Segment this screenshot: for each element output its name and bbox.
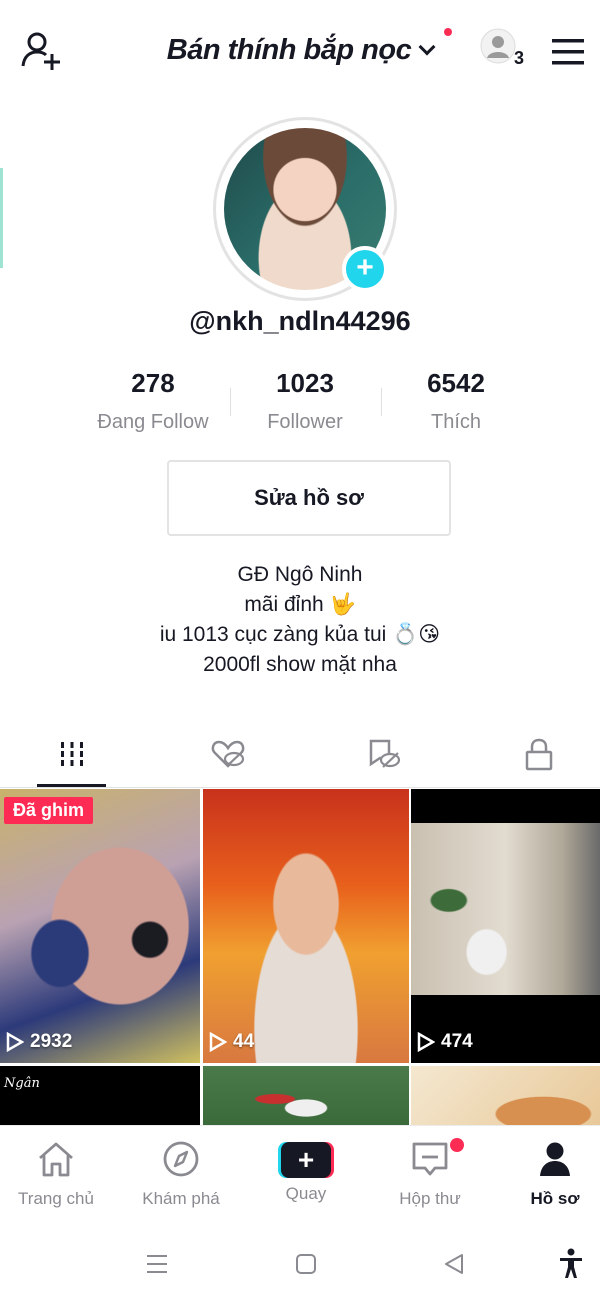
lock-icon (525, 738, 553, 771)
likes-count: 6542 (427, 368, 485, 398)
bio-line: mãi đỉnh 🤟 (244, 593, 356, 616)
likes-label: Thích (430, 411, 482, 433)
nav-profile-label: Hồ sơ (530, 1189, 580, 1208)
liked-hidden-icon (211, 740, 245, 768)
following-label: Đang Follow (97, 411, 209, 433)
menu-button[interactable] (550, 36, 586, 68)
video-thumbnail[interactable]: 474 (411, 789, 600, 1063)
add-friend-button[interactable] (20, 30, 64, 74)
bio-line: GĐ Ngô Ninh (237, 563, 363, 586)
video-thumbnail[interactable] (411, 1066, 600, 1126)
followers-count: 1023 (276, 368, 334, 398)
accessibility-icon (560, 1248, 582, 1278)
view-count-value: 44 (233, 1031, 255, 1052)
hamburger-icon (552, 39, 584, 65)
plus-icon: + (356, 251, 374, 284)
avatar-icon (480, 28, 516, 64)
nav-profile[interactable]: Hồ sơ (495, 1140, 600, 1209)
following-count: 278 (131, 368, 175, 398)
inbox-icon (412, 1142, 448, 1176)
followers-label: Follower (267, 411, 343, 433)
bio-line: iu 1013 cục zàng kủa tui 💍😘 (159, 623, 441, 646)
view-count: 2932 (6, 1031, 72, 1053)
account-count: 3 (514, 48, 525, 68)
square-icon (296, 1254, 316, 1274)
account-switcher-title[interactable]: Bán thính bắp nọc (150, 34, 450, 67)
back-system-button[interactable] (442, 1252, 466, 1276)
home-icon (39, 1142, 73, 1177)
nav-home[interactable]: Trang chủ (0, 1140, 116, 1209)
tab-videos[interactable] (37, 730, 107, 778)
view-count: 44 (209, 1031, 254, 1053)
stat-followers[interactable]: 1023 Follower (230, 368, 380, 434)
accessibility-button[interactable] (558, 1248, 584, 1280)
video-frame (411, 823, 600, 995)
tabs-divider (0, 787, 600, 788)
stat-likes[interactable]: 6542 Thích (381, 368, 531, 434)
stat-following[interactable]: 278 Đang Follow (78, 368, 228, 434)
compass-icon (163, 1141, 199, 1177)
bio-line: 2000fl show mặt nha (203, 653, 397, 676)
video-thumbnail[interactable]: Ngân (0, 1066, 200, 1126)
grid-icon (61, 742, 83, 766)
profile-icon (540, 1142, 570, 1176)
nav-inbox-label: Hộp thư (399, 1189, 461, 1208)
view-count: 474 (417, 1031, 473, 1053)
plus-icon: + (281, 1142, 331, 1178)
play-icon (6, 1032, 24, 1052)
recents-icon (147, 1255, 167, 1273)
nav-create[interactable]: + Quay (246, 1140, 366, 1204)
page-title: Bán thính bắp nọc (166, 34, 412, 66)
view-count-value: 474 (441, 1031, 473, 1052)
pinned-badge: Đã ghim (4, 797, 94, 824)
username: @nkh_ndln44296 (189, 306, 411, 336)
home-system-button[interactable] (294, 1252, 318, 1276)
video-thumbnail[interactable] (203, 1066, 409, 1126)
tab-saved[interactable] (348, 730, 418, 778)
back-triangle-icon (445, 1254, 463, 1274)
play-icon (417, 1032, 435, 1052)
bio: GĐ Ngô Ninh mãi đỉnh 🤟 iu 1013 cục zàng … (0, 560, 600, 680)
add-user-icon (21, 32, 60, 70)
nav-create-label: Quay (285, 1184, 327, 1203)
play-icon (209, 1032, 227, 1052)
notification-dot (444, 28, 452, 36)
tab-liked[interactable] (193, 730, 263, 778)
nav-discover[interactable]: Khám phá (121, 1140, 241, 1209)
video-thumbnail[interactable]: Đã ghim 2932 (0, 789, 200, 1063)
nav-discover-label: Khám phá (142, 1189, 220, 1208)
nav-home-label: Trang chủ (18, 1189, 94, 1208)
video-caption: Ngân (4, 1076, 40, 1091)
chevron-down-icon (418, 38, 436, 56)
edit-profile-button[interactable]: Sửa hồ sơ (167, 460, 451, 536)
nav-inbox[interactable]: Hộp thư (370, 1140, 490, 1209)
view-count-value: 2932 (30, 1031, 73, 1052)
add-avatar-button[interactable]: + (342, 246, 388, 292)
video-thumbnail[interactable]: 44 (203, 789, 409, 1063)
tab-private[interactable] (504, 730, 574, 778)
recent-apps-button[interactable] (144, 1252, 170, 1276)
inbox-notification-dot (450, 1138, 464, 1152)
side-edge-handle[interactable] (0, 168, 3, 268)
create-button: + (278, 1142, 334, 1178)
saved-hidden-icon (369, 739, 401, 768)
